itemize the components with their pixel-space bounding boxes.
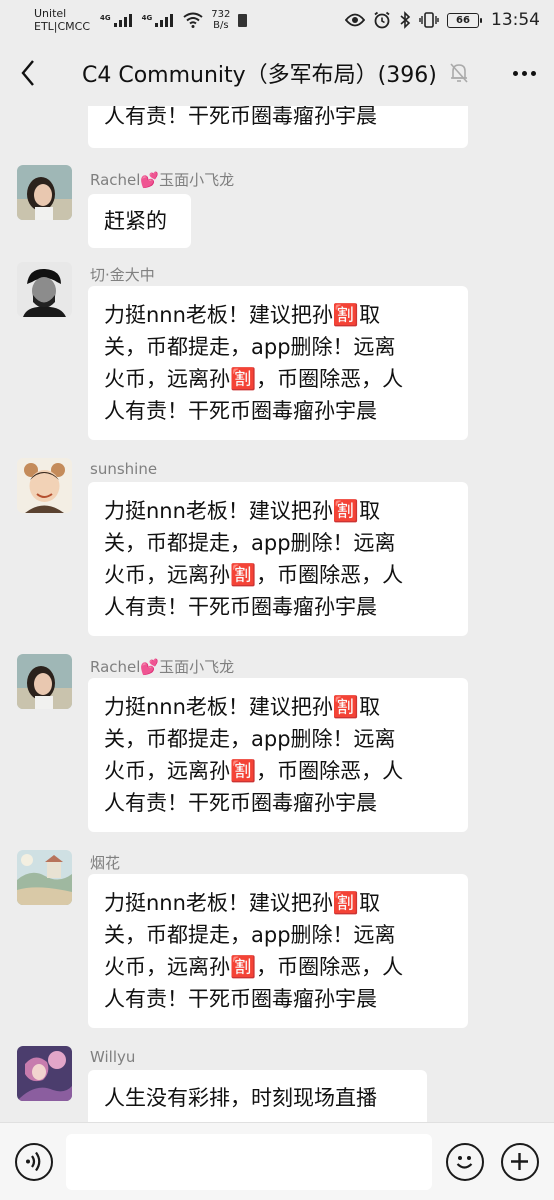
- plus-button[interactable]: [501, 1143, 539, 1181]
- message-bubble[interactable]: 力挺nnn老板！建议把孙🈹取 关，币都提走，app删除！远离 火币，远离孙🈹，币…: [88, 482, 468, 636]
- signal-icon: 4G: [100, 13, 132, 27]
- voice-button[interactable]: [15, 1143, 53, 1181]
- status-right: 66 13:54: [345, 10, 540, 30]
- emoji-button[interactable]: [446, 1143, 484, 1181]
- speed-value: 732: [211, 9, 231, 20]
- message-line: 人有责！干死币圈毒瘤孙宇晨: [104, 399, 377, 423]
- message-line: 火币，远离孙🈹，币圈除恶，人: [104, 367, 404, 391]
- sender-name: 烟花: [90, 854, 121, 872]
- avatar-rachel[interactable]: [17, 654, 72, 709]
- battery-icon: 66: [447, 12, 482, 28]
- message-line: 关，币都提走，app删除！远离: [104, 923, 396, 947]
- signal-label: 4G: [100, 13, 111, 22]
- sender-name: 切·金大中: [90, 266, 155, 284]
- message-line: 人有责！干死币圈毒瘤孙宇晨: [104, 595, 377, 619]
- chat-header: C4 Community（多军布局）(396): [0, 40, 554, 106]
- voice-icon: [26, 1151, 41, 1172]
- more-button[interactable]: [494, 40, 554, 106]
- signal-label-2: 4G: [141, 13, 153, 22]
- chat-title[interactable]: C4 Community（多军布局）(396): [82, 57, 437, 89]
- sender-name: Rachel💕玉面小飞龙: [90, 171, 235, 189]
- speed-unit: B/s: [213, 20, 229, 31]
- message-line: 火币，远离孙🈹，币圈除恶，人: [104, 759, 404, 783]
- input-bar: [0, 1122, 554, 1200]
- message-bubble[interactable]: 人生没有彩排，时刻现场直播: [88, 1070, 427, 1122]
- avatar-sunshine[interactable]: [17, 458, 72, 513]
- message-bubble[interactable]: 力挺nnn老板！建议把孙🈹取 关，币都提走，app删除！远离 火币，远离孙🈹，币…: [88, 678, 468, 832]
- status-bar: Unitel ETL|CMCC 4G 4G 732 B/s 66 13:54: [0, 0, 554, 40]
- message-line: 关，币都提走，app删除！远离: [104, 335, 396, 359]
- back-button[interactable]: [0, 40, 56, 106]
- mute-bell-icon: [449, 62, 469, 84]
- message-line: 力挺nnn老板！建议把孙🈹取: [104, 891, 381, 915]
- message-line: 人有责！干死币圈毒瘤孙宇晨: [104, 106, 377, 128]
- avatar-rachel[interactable]: [17, 165, 72, 220]
- message-input[interactable]: [66, 1134, 432, 1190]
- wifi-icon: [183, 12, 203, 28]
- message-line: 力挺nnn老板！建议把孙🈹取: [104, 695, 381, 719]
- message-line: 关，币都提走，app删除！远离: [104, 727, 396, 751]
- network-speed: 732 B/s: [211, 9, 230, 31]
- chat-message-list[interactable]: 人有责！干死币圈毒瘤孙宇晨 Rachel💕玉面小飞龙 赶紧的 切·金大中 力挺n…: [0, 106, 554, 1122]
- signal-icon-2: 4G: [141, 13, 174, 27]
- message-bubble[interactable]: 力挺nnn老板！建议把孙🈹取 关，币都提走，app删除！远离 火币，远离孙🈹，币…: [88, 874, 468, 1028]
- avatar-yanhua[interactable]: [17, 850, 72, 905]
- sender-name: Willyu: [90, 1048, 136, 1066]
- sender-name: sunshine: [90, 460, 158, 478]
- battery-level: 66: [456, 14, 470, 26]
- sender-name: Rachel💕玉面小飞龙: [90, 658, 235, 676]
- message-line: 力挺nnn老板！建议把孙🈹取: [104, 499, 381, 523]
- plus-icon: [511, 1153, 528, 1170]
- bluetooth-icon: [400, 11, 411, 29]
- carrier-line1: Unitel: [34, 7, 67, 20]
- message-line: 关，币都提走，app删除！远离: [104, 531, 396, 555]
- emoji-icon: [456, 1156, 473, 1169]
- message-line: 力挺nnn老板！建议把孙🈹取: [104, 303, 381, 327]
- back-icon: [21, 60, 34, 86]
- message-line: 火币，远离孙🈹，币圈除恶，人: [104, 563, 404, 587]
- message-line: 人有责！干死币圈毒瘤孙宇晨: [104, 791, 377, 815]
- vibrate-icon: [419, 12, 439, 28]
- more-icon: [512, 70, 518, 76]
- avatar-che[interactable]: [17, 262, 72, 317]
- message-bubble[interactable]: 赶紧的: [88, 194, 191, 248]
- message-line: 人有责！干死币圈毒瘤孙宇晨: [104, 987, 377, 1011]
- message-line: 火币，远离孙🈹，币圈除恶，人: [104, 955, 404, 979]
- sim-icon: [238, 13, 248, 27]
- eye-icon: [345, 13, 365, 27]
- carrier-info: Unitel ETL|CMCC: [34, 7, 90, 33]
- alarm-icon: [374, 11, 390, 29]
- clock: 13:54: [491, 10, 540, 30]
- message-line: 人生没有彩排，时刻现场直播: [104, 1086, 377, 1110]
- avatar-willyu[interactable]: [17, 1046, 72, 1101]
- message-line: 赶紧的: [104, 209, 167, 233]
- message-bubble[interactable]: 力挺nnn老板！建议把孙🈹取 关，币都提走，app删除！远离 火币，远离孙🈹，币…: [88, 286, 468, 440]
- message-bubble[interactable]: 人有责！干死币圈毒瘤孙宇晨: [88, 106, 468, 148]
- carrier-line2: ETL|CMCC: [34, 20, 91, 33]
